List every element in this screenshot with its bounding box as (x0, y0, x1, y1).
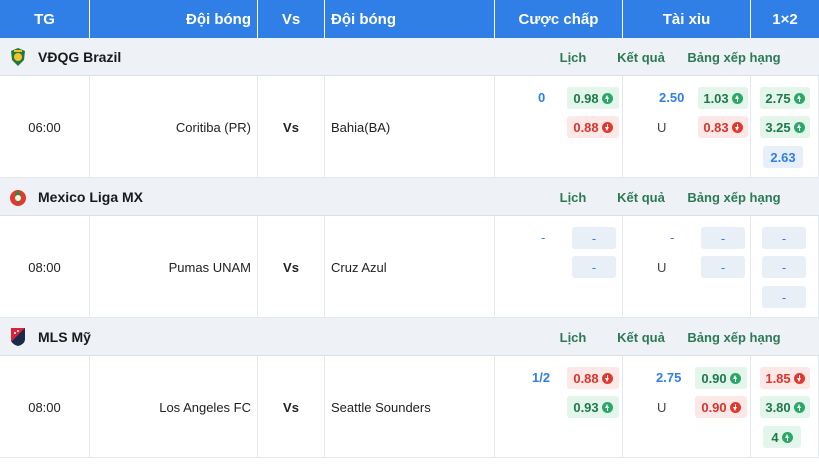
ou-over-odd[interactable]: 1.03 (698, 87, 748, 109)
arrow-up-icon (781, 431, 793, 443)
league-name[interactable]: Mexico Liga MX (38, 189, 498, 205)
ou-over-odd[interactable]: 0.90 (695, 367, 747, 389)
handicap-cell: - - - (495, 216, 623, 318)
arrow-up-icon (601, 401, 613, 413)
handicap-line: 1/2 (532, 370, 551, 385)
table-header: TG Đội bóng Vs Đội bóng Cược chấp Tài xỉ… (0, 0, 819, 38)
odd-draw[interactable]: 3.25 (760, 116, 810, 138)
league-name[interactable]: VĐQG Brazil (38, 49, 498, 65)
match-row[interactable]: 08:00 Los Angeles FC Vs Seattle Sounders… (0, 356, 819, 458)
ou-over-odd[interactable]: - (701, 227, 745, 249)
header-1x2: 1×2 (772, 10, 798, 28)
arrow-down-icon (601, 372, 613, 384)
away-team[interactable]: Bahia(BA) (325, 76, 495, 178)
vs-label: Vs (258, 216, 325, 318)
match-time: 08:00 (0, 216, 90, 318)
match-time: 06:00 (0, 76, 90, 178)
1x2-cell: 1.85 3.80 4 (751, 356, 819, 458)
ou-under-odd[interactable]: - (701, 256, 745, 278)
standings-link[interactable]: Bảng xếp hạng (676, 190, 792, 205)
league-row-mexico: Mexico Liga MX Lịch Kết quả Bảng xếp hạn… (0, 178, 819, 216)
handicap-line: 0 (538, 90, 546, 105)
handicap-home-odd[interactable]: 0.88 (567, 367, 619, 389)
arrow-down-icon (731, 121, 743, 133)
match-row[interactable]: 06:00 Coritiba (PR) Vs Bahia(BA) 0 0.98 … (0, 76, 819, 178)
vs-label: Vs (258, 356, 325, 458)
standings-link[interactable]: Bảng xếp hạng (676, 330, 792, 345)
header-handicap: Cược chấp (495, 0, 623, 38)
over-under-cell: 2.50 U 1.03 0.83 (623, 76, 751, 178)
odd-away-win[interactable]: - (762, 286, 806, 308)
ou-line: 2.75 (656, 370, 682, 385)
ou-under-odd[interactable]: 0.83 (698, 116, 748, 138)
results-link[interactable]: Kết quả (606, 330, 676, 345)
schedule-link[interactable]: Lịch (540, 50, 606, 65)
ou-under-odd[interactable]: 0.90 (695, 396, 747, 418)
header-vs: Vs (258, 0, 325, 38)
ou-under-label: U (657, 260, 667, 275)
arrow-up-icon (731, 92, 743, 104)
header-over-under: Tài xỉu (623, 0, 751, 38)
league-row-brazil: VĐQG Brazil Lịch Kết quả Bảng xếp hạng (0, 38, 819, 76)
ou-under-label: U (657, 120, 667, 135)
header-time: TG (0, 0, 90, 38)
arrow-down-icon (729, 401, 741, 413)
1x2-cell: - - - (751, 216, 819, 318)
over-under-cell: - U - - (623, 216, 751, 318)
schedule-link[interactable]: Lịch (540, 330, 606, 345)
ou-under-label: U (657, 400, 667, 415)
vs-label: Vs (258, 76, 325, 178)
handicap-cell: 0 0.98 0.88 (495, 76, 623, 178)
over-under-cell: 2.75 U 0.90 0.90 (623, 356, 751, 458)
handicap-away-odd[interactable]: 0.88 (567, 116, 619, 138)
match-time: 08:00 (0, 356, 90, 458)
handicap-home-odd[interactable]: 0.98 (567, 87, 619, 109)
odd-home-win[interactable]: 2.75 (760, 87, 810, 109)
brazil-league-icon (8, 47, 28, 67)
handicap-away-odd[interactable]: 0.93 (567, 396, 619, 418)
match-row[interactable]: 08:00 Pumas UNAM Vs Cruz Azul - - - - U … (0, 216, 819, 318)
odd-home-win[interactable]: 1.85 (760, 367, 810, 389)
1x2-cell: 2.75 3.25 2.63 (751, 76, 819, 178)
arrow-up-icon (793, 121, 805, 133)
arrow-down-icon (601, 121, 613, 133)
arrow-up-icon (793, 92, 805, 104)
league-name[interactable]: MLS Mỹ (38, 329, 498, 345)
handicap-home-odd[interactable]: - (572, 227, 616, 249)
handicap-away-odd[interactable]: - (572, 256, 616, 278)
results-link[interactable]: Kết quả (606, 50, 676, 65)
home-team[interactable]: Los Angeles FC (90, 356, 258, 458)
standings-link[interactable]: Bảng xếp hạng (676, 50, 792, 65)
home-team[interactable]: Pumas UNAM (90, 216, 258, 318)
odd-home-win[interactable]: - (762, 227, 806, 249)
away-team[interactable]: Cruz Azul (325, 216, 495, 318)
home-team[interactable]: Coritiba (PR) (90, 76, 258, 178)
results-link[interactable]: Kết quả (606, 190, 676, 205)
away-team[interactable]: Seattle Sounders (325, 356, 495, 458)
mls-icon (8, 327, 28, 347)
header-home-team: Đội bóng (90, 0, 258, 38)
arrow-down-icon (793, 372, 805, 384)
handicap-cell: 1/2 0.88 0.93 (495, 356, 623, 458)
schedule-link[interactable]: Lịch (540, 190, 606, 205)
league-row-mls: MLS Mỹ Lịch Kết quả Bảng xếp hạng (0, 318, 819, 356)
odd-draw[interactable]: - (762, 256, 806, 278)
liga-mx-icon (8, 187, 28, 207)
arrow-up-icon (793, 401, 805, 413)
odd-draw[interactable]: 3.80 (760, 396, 810, 418)
header-away-team: Đội bóng (325, 0, 495, 38)
arrow-up-icon (601, 92, 613, 104)
odd-away-win[interactable]: 4 (763, 426, 801, 448)
odd-away-win[interactable]: 2.63 (763, 146, 803, 168)
arrow-up-icon (729, 372, 741, 384)
ou-line: 2.50 (659, 90, 685, 105)
handicap-line: - (541, 230, 546, 245)
ou-line: - (670, 230, 675, 245)
